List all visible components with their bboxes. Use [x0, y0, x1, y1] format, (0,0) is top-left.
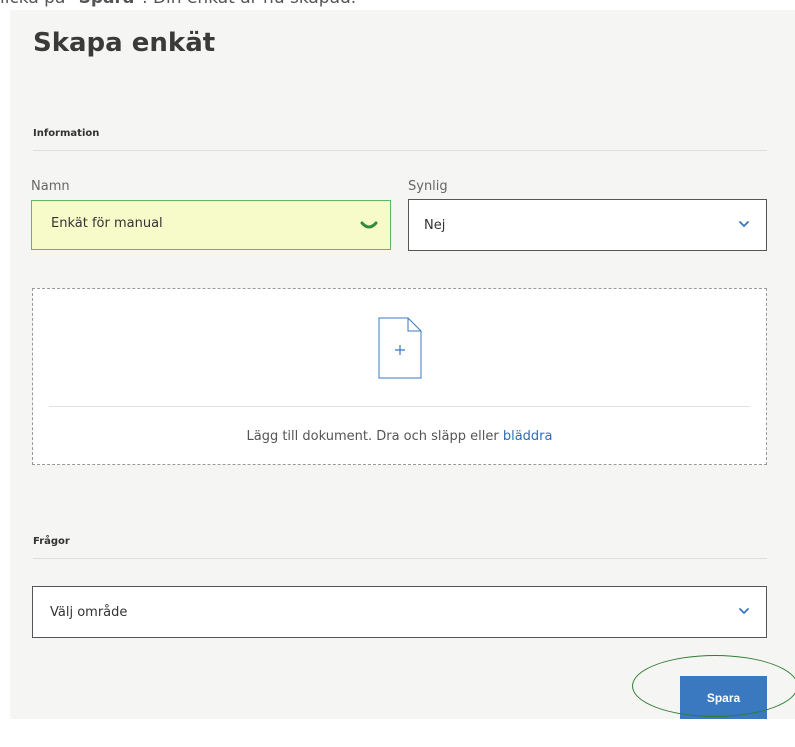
- namn-select[interactable]: Enkät för manual: [31, 200, 391, 250]
- instruction-suffix: ". Din enkät är nu skapad.: [134, 0, 356, 8]
- instruction-text: licka på "Spara". Din enkät är nu skapad…: [0, 0, 356, 8]
- omrade-select[interactable]: Välj område: [32, 586, 767, 638]
- save-button[interactable]: Spara: [680, 676, 767, 719]
- page-title: Skapa enkät: [33, 28, 216, 58]
- synlig-value: Nej: [424, 218, 446, 233]
- section-divider: [33, 150, 767, 151]
- chevron-down-icon: [360, 221, 378, 229]
- synlig-label: Synlig: [408, 179, 448, 194]
- dropzone-instruction: Lägg till dokument. Dra och släpp eller …: [33, 429, 766, 444]
- synlig-select[interactable]: Nej: [408, 199, 767, 251]
- document-dropzone[interactable]: Lägg till dokument. Dra och släpp eller …: [32, 288, 767, 465]
- dropzone-text: Lägg till dokument. Dra och släpp eller: [246, 429, 503, 444]
- section-divider: [33, 558, 767, 559]
- chevron-down-icon: [739, 608, 749, 614]
- section-label-fragor: Frågor: [33, 536, 70, 547]
- instruction-prefix: licka på ": [0, 0, 79, 8]
- instruction-bold: Spara: [79, 0, 135, 8]
- browse-link[interactable]: bläddra: [503, 429, 553, 444]
- namn-label: Namn: [31, 179, 70, 194]
- dropzone-divider: [49, 406, 750, 407]
- section-label-information: Information: [33, 128, 100, 139]
- omrade-placeholder: Välj område: [50, 605, 128, 620]
- add-document-icon: [378, 317, 422, 379]
- namn-value: Enkät för manual: [51, 216, 163, 231]
- chevron-down-icon: [739, 221, 749, 227]
